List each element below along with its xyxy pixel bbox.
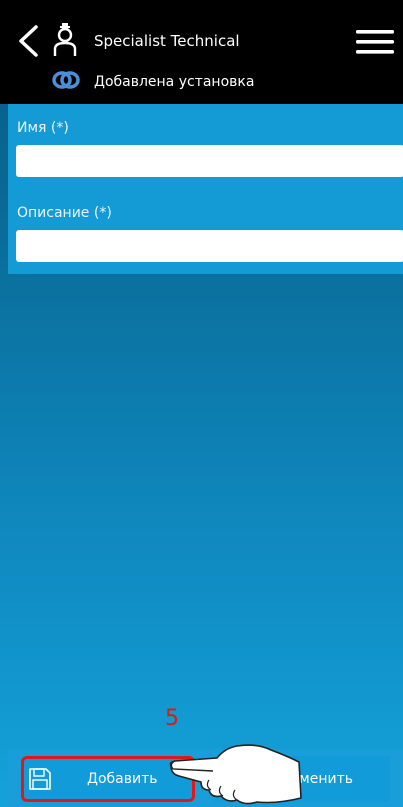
- add-button-label: Добавить: [87, 771, 158, 787]
- save-icon: [29, 768, 51, 790]
- app-title: Specialist Technical: [94, 32, 240, 50]
- description-input[interactable]: [16, 230, 403, 262]
- page-subtitle: Добавлена установка: [94, 74, 255, 90]
- app-header: Specialist Technical Добавлена установка: [0, 0, 403, 104]
- cancel-button[interactable]: Отменить: [214, 756, 390, 802]
- technician-user-icon: [53, 23, 77, 56]
- name-label: Имя (*): [17, 120, 69, 136]
- description-label: Описание (*): [17, 205, 112, 221]
- step-annotation-number: 5: [165, 706, 179, 731]
- hamburger-menu-icon[interactable]: [356, 28, 394, 56]
- link-icon: [52, 71, 80, 89]
- installation-form: Имя (*) Описание (*): [8, 104, 403, 274]
- cancel-button-label: Отменить: [280, 771, 354, 787]
- name-input[interactable]: [16, 145, 403, 177]
- add-button[interactable]: Добавить: [21, 756, 195, 802]
- back-chevron-icon[interactable]: [16, 24, 42, 58]
